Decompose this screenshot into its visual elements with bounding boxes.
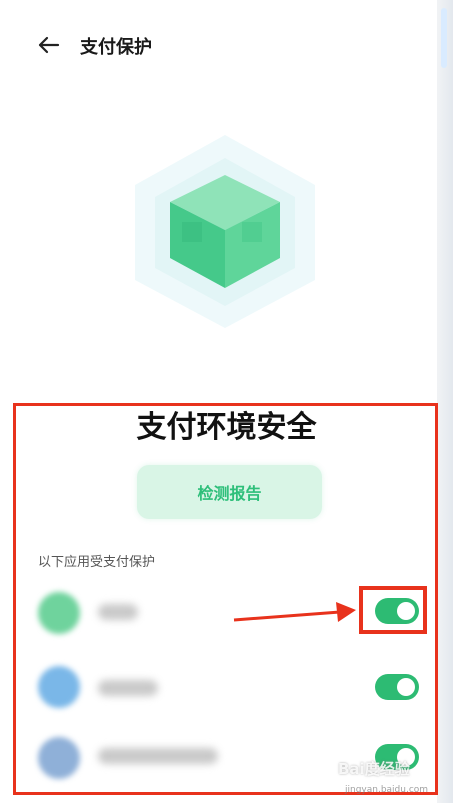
page-title: 支付保护 [80,37,152,58]
arrow-left-icon [38,36,60,54]
hero-illustration [0,110,437,360]
green-cube-icon [135,135,315,328]
edge-accent [441,8,447,68]
toggle-highlight-box [359,586,427,634]
back-button[interactable] [30,30,66,60]
watermark-brand: Bai度经验 [338,760,410,778]
header: 支付保护 [0,0,437,90]
annotation-arrow-icon [233,602,356,622]
watermark-url: jingyan.baidu.com [345,785,429,795]
